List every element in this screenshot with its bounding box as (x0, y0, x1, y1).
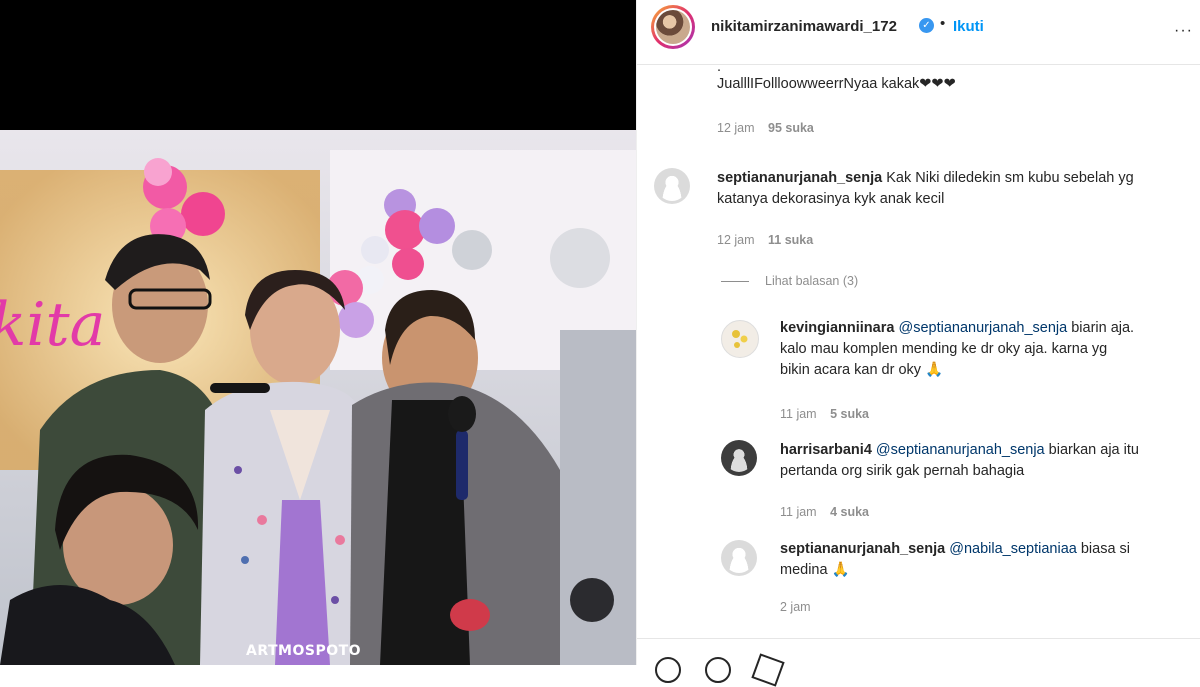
reply-mention[interactable]: @nabila_septianiaa (949, 541, 1077, 557)
reply-item: kevingianniinara @septiananurjanah_senja… (780, 318, 1190, 381)
reply-time[interactable]: 11 jam (780, 505, 817, 519)
party-photo-illustration: kita (0, 130, 636, 665)
view-replies-button[interactable]: Lihat balasan (3) (721, 274, 858, 288)
reply-body: harrisarbani4 @septiananurjanah_senja bi… (780, 440, 1190, 461)
comment-text: JualllIFollloowweerrNyaa kakak❤❤❤ (717, 76, 956, 92)
comment-text-line1: Kak Niki diledekin sm kubu sebelah yg (886, 170, 1134, 186)
avatar[interactable] (721, 320, 759, 358)
post-username[interactable]: nikitamirzanimawardi_172 (711, 18, 897, 35)
comment-item: . JualllIFollloowweerrNyaa kakak❤❤❤ (717, 60, 1187, 95)
reply-body: septiananurjanah_senja @nabila_septiania… (780, 539, 1190, 560)
reply-username[interactable]: harrisarbani4 (780, 442, 872, 458)
comment-time[interactable]: 12 jam (717, 233, 755, 247)
share-icon[interactable] (751, 653, 785, 687)
reply-username[interactable]: septiananurjanah_senja (780, 541, 945, 557)
follow-button[interactable]: Ikuti (953, 18, 984, 35)
reply-text-line2: pertanda org sirik gak pernah bahagia (780, 463, 1025, 479)
comment-meta: 12 jam 95 suka (717, 121, 824, 135)
reply-meta: 11 jam 5 suka (780, 407, 879, 421)
reply-text-line1: biarkan aja itu (1048, 442, 1139, 458)
like-heart-icon[interactable] (655, 657, 681, 683)
comment-text-line2: katanya dekorasinya kyk anak kecil (717, 191, 945, 207)
comment-text-top: . (717, 59, 722, 75)
comment-item: septiananurjanah_senja Kak Niki diledeki… (717, 168, 1187, 210)
reply-text-line1: biasa si (1080, 541, 1131, 557)
photo-watermark: ARTMOSPOTO (246, 643, 362, 659)
svg-text:kita: kita (0, 290, 105, 360)
comment-likes[interactable]: 95 suka (768, 121, 814, 135)
avatar[interactable] (721, 440, 757, 476)
reply-time[interactable]: 2 jam (780, 600, 811, 614)
header-separator: • (940, 15, 946, 32)
reply-username[interactable]: kevingianniinara (780, 320, 894, 336)
reply-text-line2: kalo mau komplen mending ke dr oky aja. … (780, 341, 1108, 357)
reply-item: harrisarbani4 @septiananurjanah_senja bi… (780, 440, 1190, 482)
reply-time[interactable]: 11 jam (780, 407, 817, 421)
reply-text-line3: bikin acara kan dr oky 🙏 (780, 362, 944, 378)
reply-mention[interactable]: @septiananurjanah_senja (898, 320, 1067, 336)
comment-icon[interactable] (705, 657, 731, 683)
reply-likes[interactable]: 4 suka (830, 505, 869, 519)
comment-likes[interactable]: 11 suka (768, 233, 813, 247)
comment-username[interactable]: septiananurjanah_senja (717, 170, 882, 186)
reply-item: septiananurjanah_senja @nabila_septiania… (780, 539, 1190, 581)
post-header: nikitamirzanimawardi_172 ✓ • Ikuti ··· (637, 0, 1200, 65)
reply-meta: 2 jam (780, 600, 821, 614)
post-media-pane: kita ARTMOSPOTO (0, 0, 636, 665)
post-photo[interactable]: kita (0, 130, 636, 665)
more-icon[interactable]: ··· (1174, 22, 1193, 40)
comment-meta: 12 jam 11 suka (717, 233, 823, 247)
replies-divider-line (721, 281, 749, 283)
verified-badge-icon: ✓ (919, 18, 934, 33)
avatar[interactable] (721, 540, 757, 576)
reply-likes[interactable]: 5 suka (830, 407, 869, 421)
comment-time[interactable]: 12 jam (717, 121, 755, 135)
comments-sidebar: nikitamirzanimawardi_172 ✓ • Ikuti ··· .… (636, 0, 1200, 687)
reply-mention[interactable]: @septiananurjanah_senja (876, 442, 1045, 458)
profile-avatar[interactable] (651, 5, 695, 49)
view-replies-label: Lihat balasan (3) (765, 274, 859, 288)
avatar[interactable] (654, 168, 690, 204)
reply-body: kevingianniinara @septiananurjanah_senja… (780, 318, 1190, 339)
comment-body: septiananurjanah_senja Kak Niki diledeki… (717, 168, 1187, 189)
flower-avatar-icon (732, 330, 748, 348)
reply-meta: 11 jam 4 suka (780, 505, 879, 519)
action-bar (637, 638, 1200, 687)
reply-text-line2: medina 🙏 (780, 562, 850, 578)
avatar-image (656, 10, 690, 44)
reply-text-line1: biarin aja. (1071, 320, 1135, 336)
